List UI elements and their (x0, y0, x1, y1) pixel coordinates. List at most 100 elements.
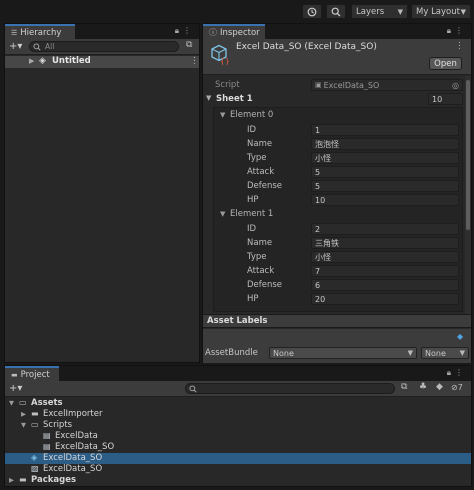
layout-dropdown[interactable]: My Layout ▼ (411, 4, 471, 19)
folder-icon: ▬ (19, 475, 27, 484)
field-value-input[interactable]: 小怪 (311, 152, 459, 164)
folder-icon: ▬ (31, 409, 39, 418)
sheet-elements-list: ▼ Element 0 ID 1 Name 泡泡怪 Type 小怪 Attack 5 De… (213, 107, 463, 312)
field-value-input[interactable]: 小怪 (311, 251, 459, 263)
history-button[interactable] (302, 4, 322, 19)
inspector-scrollbar[interactable] (465, 76, 471, 314)
project-tabbar: ▬ Project 🔒︎⋮ (5, 366, 471, 381)
field-value-input[interactable]: 20 (311, 293, 459, 305)
field-value-input[interactable]: 7 (311, 265, 459, 277)
element-field-row: Attack 7 (214, 265, 462, 278)
scrollbar-thumb[interactable] (466, 80, 470, 230)
field-name: HP (247, 195, 259, 205)
tab-hierarchy[interactable]: ☰ Hierarchy (5, 24, 75, 39)
hidden-packages-button[interactable]: ⊘7 (451, 383, 463, 392)
expand-arrow-icon[interactable]: ▼ (21, 421, 26, 429)
panel-menu-icons[interactable]: 🔒︎⋮ (175, 26, 195, 36)
scene-view-icon[interactable]: ⧉ (186, 40, 192, 50)
element-field-row: Name 三角铁 (214, 237, 462, 250)
script-field[interactable]: ▣ ExcelData_SO ◎ (311, 79, 463, 91)
filter-type-icon[interactable]: ♣ (419, 382, 427, 392)
element-header[interactable]: ▼ Element 0 (214, 110, 462, 122)
hierarchy-toolbar: +▾ All ⧉ (5, 39, 199, 55)
field-value: 5 (315, 167, 321, 177)
field-name: Name (247, 238, 273, 248)
component-menu-icon[interactable]: ⋮ (455, 41, 464, 51)
field-value: 三角铁 (315, 238, 339, 248)
project-search-input[interactable] (185, 383, 395, 394)
search-button[interactable] (326, 4, 346, 19)
asset-labels-body: ◆ AssetBundle None ▼ None ▼ (203, 329, 471, 363)
target-icon[interactable]: ◎ (452, 81, 459, 90)
project-tree-item[interactable]: ▼ ▭ Scripts (5, 420, 471, 431)
field-value-input[interactable]: 三角铁 (311, 237, 459, 249)
project-tree-item[interactable]: ▶ ▬ ExcelImporter (5, 409, 471, 420)
expand-arrow-icon[interactable]: ▼ (220, 210, 225, 218)
asset-variant-dropdown[interactable]: None ▼ (421, 347, 469, 359)
field-value-input[interactable]: 5 (311, 166, 459, 178)
search-scope-icon[interactable]: ⧉ (401, 382, 407, 392)
object-title: Excel Data_SO (Excel Data_SO) (236, 42, 377, 52)
tab-inspector[interactable]: ⓘ Inspector (203, 24, 265, 39)
expand-arrow-icon[interactable]: ▶ (21, 410, 26, 418)
element-label: Element 1 (230, 209, 274, 219)
expand-arrow-icon[interactable]: ▶ (9, 476, 14, 484)
expand-arrow-icon[interactable]: ▼ (9, 399, 14, 407)
project-tree-item[interactable]: ▤ ExcelData_SO (5, 442, 471, 453)
bundle-value: None (273, 348, 294, 358)
scene-row[interactable]: ▶ ◈ Untitled ⋮ (5, 56, 199, 68)
field-value: 5 (315, 181, 321, 191)
search-icon (189, 384, 197, 393)
tree-item-label: Scripts (43, 420, 73, 430)
field-value-input[interactable]: 2 (311, 223, 459, 235)
hierarchy-search-input[interactable]: All (29, 41, 179, 52)
inspector-header: {} Excel Data_SO (Excel Data_SO) ⋮ Open (203, 39, 471, 75)
tab-project[interactable]: ▬ Project (5, 366, 59, 381)
project-tree-item[interactable]: ▤ ExcelData (5, 431, 471, 442)
expand-arrow-icon[interactable]: ▼ (220, 111, 225, 119)
sheet-size-field[interactable]: 10 (428, 93, 463, 105)
asset-labels-header[interactable]: Asset Labels (203, 314, 471, 328)
field-value-input[interactable]: 5 (311, 180, 459, 192)
main-toolbar: Layers ▼ My Layout ▼ (0, 0, 474, 22)
expand-arrow-icon[interactable]: ▶ (29, 57, 34, 65)
field-value: 6 (315, 280, 321, 290)
project-tree-item[interactable]: ◈ ExcelData_SO (5, 453, 471, 464)
expand-arrow-icon[interactable]: ▼ (206, 94, 211, 102)
inspector-tab-label: Inspector (220, 27, 260, 38)
scene-menu-icon[interactable]: ⋮ (190, 56, 199, 66)
element-header[interactable]: ▼ Element 1 (214, 209, 462, 221)
inspector-tabbar: ⓘ Inspector 🔒︎⋮ (203, 24, 471, 39)
label-tag-icon[interactable]: ◆ (457, 332, 463, 341)
unity-scene-icon: ◈ (39, 56, 46, 66)
layers-dropdown[interactable]: Layers ▼ (351, 4, 408, 19)
panel-menu-icons[interactable]: 🔒︎⋮ (447, 368, 467, 378)
asset-bundle-dropdown[interactable]: None ▼ (269, 347, 417, 359)
field-value-input[interactable]: 1 (311, 124, 459, 136)
project-tree-item[interactable]: ▼ ▭ Assets (5, 398, 471, 409)
folder-icon: ▬ (11, 370, 18, 379)
asset-labels-title: Asset Labels (207, 316, 268, 326)
open-button[interactable]: Open (429, 57, 462, 70)
field-name: Type (247, 153, 267, 163)
project-tree-item[interactable]: ▨ ExcelData_SO (5, 464, 471, 475)
hierarchy-tab-label: Hierarchy (20, 27, 62, 38)
info-icon: ⓘ (209, 28, 217, 37)
project-toolbar: +▾ ⧉ ♣ ◆ ⊘7 (5, 381, 471, 397)
element-field-row: Name 泡泡怪 (214, 138, 462, 151)
project-tree-item[interactable]: ▶ ▬ Packages (5, 475, 471, 486)
field-value-input[interactable]: 6 (311, 279, 459, 291)
field-name: Attack (247, 266, 275, 276)
add-icon[interactable]: +▾ (9, 41, 22, 52)
field-value-input[interactable]: 10 (311, 194, 459, 206)
hidden-count: 7 (457, 383, 463, 392)
add-icon[interactable]: +▾ (9, 383, 22, 394)
scriptable-object-icon: ◈ (31, 453, 38, 462)
svg-text:{}: {} (220, 57, 229, 65)
field-value-input[interactable]: 泡泡怪 (311, 138, 459, 150)
element-field-row: HP 10 (214, 194, 462, 207)
panel-menu-icons[interactable]: 🔒︎⋮ (447, 26, 467, 36)
filter-label-icon[interactable]: ◆ (436, 382, 443, 392)
list-icon: ☰ (11, 28, 18, 37)
field-value: 泡泡怪 (315, 139, 339, 149)
